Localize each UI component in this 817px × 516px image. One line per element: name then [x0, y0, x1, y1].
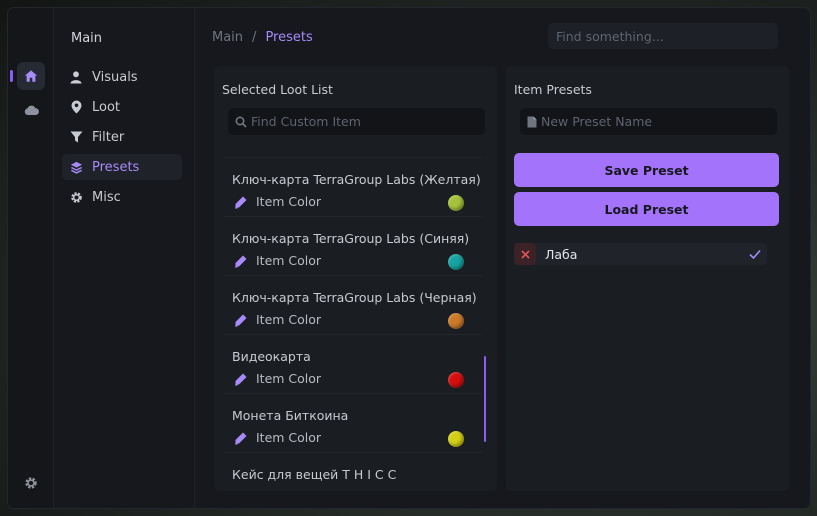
- icon-rail: [8, 8, 54, 508]
- loot-item-name: Ключ-карта TerraGroup Labs (Желтая): [232, 172, 481, 187]
- user-icon: [70, 70, 82, 83]
- sidebar-item-loot[interactable]: Loot: [62, 94, 182, 120]
- color-swatch[interactable]: [448, 431, 464, 447]
- rail-home-button[interactable]: [17, 62, 45, 90]
- custom-item-search-input[interactable]: [251, 114, 476, 129]
- panel-title: Item Presets: [514, 82, 592, 97]
- cloud-icon: [24, 105, 39, 115]
- pen-icon: [235, 255, 247, 267]
- gear-icon: [70, 191, 82, 203]
- item-color-control[interactable]: Item Color: [234, 312, 321, 327]
- item-color-label: Item Color: [256, 430, 322, 445]
- color-swatch[interactable]: [448, 195, 464, 211]
- global-search-input[interactable]: [548, 23, 778, 49]
- home-icon: [24, 70, 38, 82]
- sidebar-item-presets[interactable]: Presets: [62, 154, 182, 180]
- sidebar-item-filter[interactable]: Filter: [62, 124, 182, 150]
- loot-list-panel: Selected Loot List Ключ-карта TerraGroup…: [214, 66, 497, 491]
- sidebar-item-label: Loot: [92, 99, 121, 115]
- filter-icon: [70, 131, 82, 143]
- preset-name-field[interactable]: [520, 108, 777, 135]
- map-pin-icon: [71, 100, 81, 114]
- load-preset-button[interactable]: Load Preset: [514, 192, 779, 226]
- loot-list-scrollbar[interactable]: [484, 356, 486, 442]
- rail-cloud-button[interactable]: [17, 96, 45, 124]
- delete-preset-button[interactable]: [514, 243, 536, 265]
- rail-settings-button[interactable]: [24, 475, 38, 489]
- sidebar-item-label: Presets: [92, 159, 140, 175]
- panel-title: Selected Loot List: [222, 82, 333, 97]
- list-item: Ключ-карта TerraGroup Labs (Черная) Item…: [224, 276, 482, 335]
- check-icon: [749, 249, 761, 260]
- app-window: Main Visuals Loot Filter Presets Misc Ma…: [8, 8, 810, 508]
- preset-name: Лаба: [545, 246, 578, 262]
- save-preset-button[interactable]: Save Preset: [514, 153, 779, 187]
- header: Main / Presets: [196, 8, 810, 66]
- sidebar-item-misc[interactable]: Misc: [62, 184, 182, 210]
- layers-icon: [70, 161, 82, 174]
- sidebar-item-label: Visuals: [92, 69, 138, 85]
- loot-item-name: Ключ-карта TerraGroup Labs (Синяя): [232, 231, 470, 246]
- pen-icon: [235, 196, 247, 208]
- sidebar-item-label: Misc: [92, 189, 121, 205]
- loot-item-name: Ключ-карта TerraGroup Labs (Черная): [232, 290, 477, 305]
- close-icon: [520, 249, 530, 259]
- item-color-label: Item Color: [256, 194, 322, 209]
- color-swatch[interactable]: [448, 313, 464, 329]
- breadcrumb: Main / Presets: [212, 30, 313, 45]
- pen-icon: [235, 314, 247, 326]
- loot-item-name: Видеокарта: [232, 349, 311, 364]
- search-icon: [235, 115, 247, 128]
- list-item: Кейс для вещей T H I C C: [224, 453, 482, 491]
- pen-icon: [235, 432, 247, 444]
- list-item: Ключ-карта TerraGroup Labs (Синяя) Item …: [224, 217, 482, 276]
- item-color-control[interactable]: Item Color: [234, 430, 321, 445]
- item-color-label: Item Color: [256, 253, 322, 268]
- preset-item[interactable]: Лаба: [514, 243, 767, 265]
- file-icon: [527, 116, 537, 127]
- loot-list: Ключ-карта TerraGroup Labs (Желтая) Item…: [224, 157, 482, 491]
- color-swatch[interactable]: [448, 254, 464, 270]
- item-color-label: Item Color: [256, 371, 322, 386]
- loot-item-name: Монета Биткоина: [232, 408, 349, 423]
- gear-icon: [25, 477, 37, 489]
- list-item: Монета Биткоина Item Color: [224, 394, 482, 453]
- loot-item-name: Кейс для вещей T H I C C: [232, 467, 397, 482]
- preset-name-input[interactable]: [541, 114, 766, 129]
- item-color-control[interactable]: Item Color: [234, 194, 321, 209]
- breadcrumb-separator: /: [252, 30, 257, 45]
- rail-active-indicator: [10, 70, 13, 82]
- sidebar-item-label: Filter: [92, 129, 125, 145]
- sidebar: Main Visuals Loot Filter Presets Misc: [55, 8, 195, 508]
- item-presets-panel: Item Presets Save Preset Load Preset Лаб…: [506, 66, 789, 491]
- sidebar-item-visuals[interactable]: Visuals: [62, 64, 182, 90]
- item-color-control[interactable]: Item Color: [234, 253, 321, 268]
- custom-item-search[interactable]: [228, 108, 485, 135]
- breadcrumb-root[interactable]: Main: [212, 30, 243, 45]
- pen-icon: [235, 373, 247, 385]
- sidebar-title: Main: [71, 31, 103, 46]
- breadcrumb-current: Presets: [265, 30, 313, 45]
- item-color-label: Item Color: [256, 312, 322, 327]
- list-item: Видеокарта Item Color: [224, 335, 482, 394]
- item-color-control[interactable]: Item Color: [234, 371, 321, 386]
- sidebar-nav: Visuals Loot Filter Presets Misc: [62, 64, 182, 214]
- color-swatch[interactable]: [448, 372, 464, 388]
- list-item: Ключ-карта TerraGroup Labs (Желтая) Item…: [224, 158, 482, 217]
